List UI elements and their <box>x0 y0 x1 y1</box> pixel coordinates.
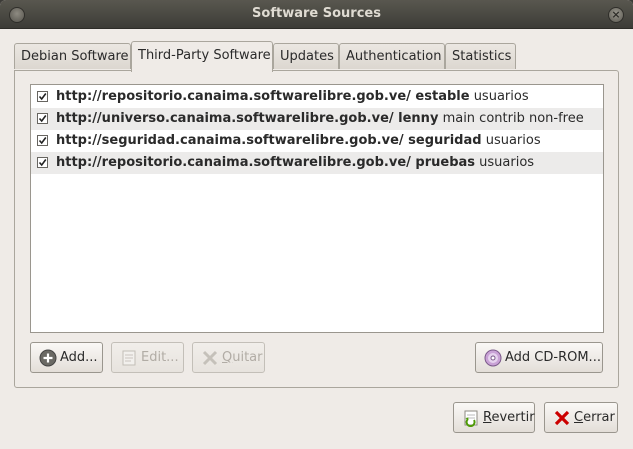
source-url: http://universo.canaima.softwarelibre.go… <box>56 111 439 126</box>
window-close-icon[interactable]: × <box>608 7 624 23</box>
source-url: http://repositorio.canaima.softwarelibre… <box>56 89 470 104</box>
source-components: usuarios <box>485 133 541 148</box>
tab-statistics[interactable]: Statistics <box>445 43 516 69</box>
source-row[interactable]: http://repositorio.canaima.softwarelibre… <box>31 152 603 174</box>
revert-button[interactable]: Revertir <box>453 402 535 433</box>
revert-button-label: Revertir <box>483 410 535 425</box>
source-enabled-checkbox[interactable] <box>37 157 48 168</box>
source-row[interactable]: http://universo.canaima.softwarelibre.go… <box>31 108 603 130</box>
add-button[interactable]: Add... <box>30 342 103 373</box>
add-icon <box>39 349 57 367</box>
edit-button-label: Edit... <box>141 350 179 365</box>
add-cdrom-button-label: Add CD-ROM... <box>505 350 601 365</box>
tab-debian-software[interactable]: Debian Software <box>14 43 131 69</box>
close-button[interactable]: Cerrar <box>544 402 618 433</box>
add-cdrom-button[interactable]: Add CD-ROM... <box>475 342 603 373</box>
source-enabled-checkbox[interactable] <box>37 113 48 124</box>
source-components: usuarios <box>479 155 535 170</box>
source-row[interactable]: http://repositorio.canaima.softwarelibre… <box>31 86 603 108</box>
source-components: main contrib non-free <box>442 111 584 126</box>
tab-authentication[interactable]: Authentication <box>339 43 445 69</box>
cdrom-icon <box>484 349 502 367</box>
title-bar[interactable]: Software Sources × <box>0 0 633 29</box>
edit-button[interactable]: Edit... <box>111 342 184 373</box>
remove-button-label: Quitar <box>222 350 263 365</box>
source-url: http://seguridad.canaima.softwarelibre.g… <box>56 133 482 148</box>
edit-icon <box>120 349 138 367</box>
source-enabled-checkbox[interactable] <box>37 91 48 102</box>
tab-third-party-software[interactable]: Third-Party Software <box>131 41 273 72</box>
add-button-label: Add... <box>60 350 98 365</box>
source-url: http://repositorio.canaima.softwarelibre… <box>56 155 476 170</box>
source-row[interactable]: http://seguridad.canaima.softwarelibre.g… <box>31 130 603 152</box>
remove-button[interactable]: Quitar <box>192 342 265 373</box>
close-icon <box>553 409 571 427</box>
source-components: usuarios <box>473 89 529 104</box>
sources-list[interactable]: http://repositorio.canaima.softwarelibre… <box>30 84 604 333</box>
revert-icon <box>462 409 480 428</box>
remove-icon <box>201 349 219 367</box>
close-button-label: Cerrar <box>574 410 615 425</box>
source-enabled-checkbox[interactable] <box>37 135 48 146</box>
window-title: Software Sources <box>252 6 381 21</box>
tab-updates[interactable]: Updates <box>273 43 339 69</box>
third-party-panel: http://repositorio.canaima.softwarelibre… <box>14 70 619 388</box>
software-sources-window: Software Sources × Debian Software Third… <box>0 0 633 449</box>
